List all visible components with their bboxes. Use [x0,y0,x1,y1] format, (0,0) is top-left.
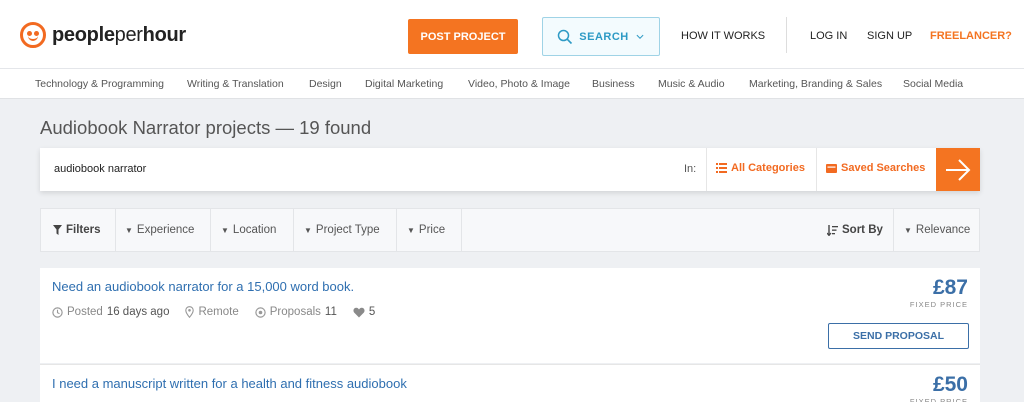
search-in-label: In: [684,163,697,175]
proposals-value: 11 [324,306,337,318]
filter-divider [115,209,116,251]
arrow-right-icon [946,158,971,181]
price-label: Price [418,224,446,236]
search-dropdown-button[interactable]: SEARCH [542,17,660,56]
saved-searches-button[interactable]: Saved Searches [826,162,925,174]
search-input[interactable]: audiobook narrator [54,163,146,175]
experience-label: Experience [136,224,195,236]
filter-divider [293,209,294,251]
category-nav: Technology & Programming Writing & Trans… [0,68,1024,99]
category-business[interactable]: Business [592,78,635,90]
how-it-works-link[interactable]: HOW IT WORKS [681,30,765,42]
post-project-button[interactable]: POST PROJECT [408,19,518,54]
search-divider [816,148,817,191]
chevron-down-icon [636,34,644,39]
filter-divider [461,209,462,251]
caret-down-icon: ▼ [407,225,415,235]
project-title-link[interactable]: I need a manuscript written for a health… [52,376,407,391]
category-social-media[interactable]: Social Media [903,78,963,90]
project-price: £87 [932,276,968,299]
location-value: Remote [198,306,239,318]
experience-filter[interactable]: ▼ Experience [125,209,194,251]
send-proposal-button[interactable]: SEND PROPOSAL [828,323,969,349]
logo[interactable]: peopleperhour [20,22,186,48]
project-title-link[interactable]: Need an audiobook narrator for a 15,000 … [52,279,354,294]
logo-text: peopleperhour [52,24,186,47]
filters-toggle[interactable]: Filters [53,209,101,251]
category-design[interactable]: Design [309,78,342,90]
caret-down-icon: ▼ [221,225,229,235]
sort-icon [827,224,838,236]
smiley-logo-icon [20,22,46,48]
caret-down-icon: ▼ [304,225,312,235]
search-divider [706,148,707,191]
proposals-label: Proposals [269,306,321,318]
filters-label: Filters [66,224,101,236]
search-button-label: SEARCH [579,30,629,43]
filter-divider [396,209,397,251]
category-digital-marketing[interactable]: Digital Marketing [365,78,443,90]
caret-down-icon: ▼ [904,225,912,235]
project-price: £50 [932,373,968,396]
top-header: peopleperhour POST PROJECT SEARCH HOW IT… [0,0,1024,68]
caret-down-icon: ▼ [125,225,133,235]
filter-divider [893,209,894,251]
posted-value: 16 days ago [106,306,170,318]
log-in-link[interactable]: LOG IN [810,30,847,42]
logo-text-people: people [52,23,115,46]
funnel-icon [53,225,62,235]
location-pin-icon [185,306,195,318]
filter-bar: Filters ▼ Experience ▼ Location ▼ Projec… [40,208,980,252]
location-filter[interactable]: ▼ Location [221,209,276,251]
sort-by-label-group: Sort By [827,209,883,251]
price-type-label: FIXED PRICE [909,397,968,402]
project-type-label: Project Type [315,224,380,236]
location-label: Location [232,224,277,236]
all-categories-label: All Categories [731,162,805,174]
search-icon [558,29,573,44]
sign-up-link[interactable]: SIGN UP [867,30,912,42]
heart-icon [353,307,365,317]
sort-relevance-dropdown[interactable]: ▼ Relevance [904,209,970,251]
posted-label: Posted [67,306,103,318]
search-bar: audiobook narrator In: All Categories Sa… [40,148,980,191]
likes-count: 5 [368,306,376,318]
sort-by-label: Sort By [842,224,883,236]
project-type-filter[interactable]: ▼ Project Type [304,209,380,251]
project-card: Need an audiobook narrator for a 15,000 … [40,268,980,363]
price-filter[interactable]: ▼ Price [407,209,445,251]
proposals-icon [255,306,266,318]
category-music-audio[interactable]: Music & Audio [658,78,725,90]
list-icon [716,163,727,173]
nav-divider [786,17,787,53]
project-card: I need a manuscript written for a health… [40,364,980,402]
category-video-photo-image[interactable]: Video, Photo & Image [468,78,570,90]
category-writing-translation[interactable]: Writing & Translation [187,78,284,90]
category-marketing-branding-sales[interactable]: Marketing, Branding & Sales [749,78,882,90]
logo-text-per: per [114,23,143,46]
clock-icon [52,306,63,318]
folder-icon [826,164,837,173]
saved-searches-label: Saved Searches [841,162,926,174]
price-type-label: FIXED PRICE [909,300,968,309]
relevance-label: Relevance [915,224,971,236]
filter-divider [210,209,211,251]
all-categories-button[interactable]: All Categories [716,162,805,174]
logo-text-hour: hour [142,23,187,46]
project-meta: Posted 16 days ago Remote Proposals 11 5 [52,306,375,318]
category-technology-programming[interactable]: Technology & Programming [35,78,164,90]
search-submit-button[interactable] [936,148,980,191]
page-title: Audiobook Narrator projects — 19 found [40,117,372,138]
freelancer-link[interactable]: FREELANCER? [930,30,1012,42]
